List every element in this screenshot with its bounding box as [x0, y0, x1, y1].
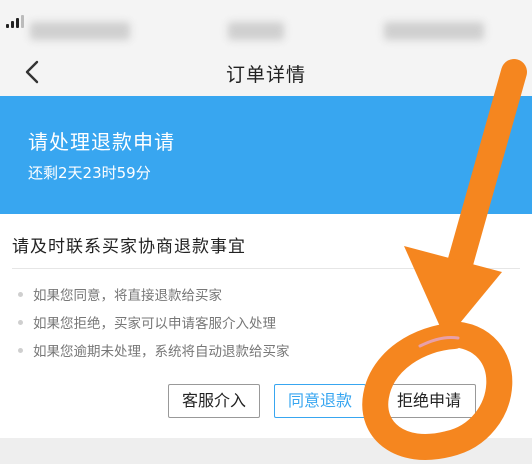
tip-text: 如果您拒绝，买家可以申请客服介入处理 — [33, 316, 276, 332]
countdown-timer: 还剩2天23时59分 — [28, 164, 151, 182]
customer-service-button[interactable]: 客服介入 — [168, 384, 260, 418]
status-bar — [0, 0, 532, 50]
refund-info-card: 请及时联系买家协商退款事宜 如果您同意，将直接退款给买家 如果您拒绝，买家可以申… — [0, 214, 532, 438]
tip-text: 如果您同意，将直接退款给买家 — [33, 288, 222, 304]
bottom-strip — [0, 438, 532, 464]
tip-item: 如果您逾期未处理，系统将自动退款给买家 — [18, 340, 290, 360]
order-detail-page: 订单详情 请处理退款申请 还剩2天23时59分 请及时联系买家协商退款事宜 如果… — [0, 0, 532, 464]
divider — [12, 268, 520, 269]
tip-item: 如果您同意，将直接退款给买家 — [18, 284, 222, 304]
bullet-dot-icon — [18, 347, 23, 353]
blurred-clock — [228, 22, 284, 40]
tip-item: 如果您拒绝，买家可以申请客服介入处理 — [18, 312, 276, 332]
bullet-dot-icon — [18, 319, 23, 325]
bullet-dot-icon — [18, 291, 23, 297]
page-title: 订单详情 — [225, 64, 306, 86]
card-heading: 请及时联系买家协商退款事宜 — [12, 237, 246, 257]
tip-text: 如果您逾期未处理，系统将自动退款给买家 — [33, 344, 290, 360]
blurred-status-icons — [384, 22, 484, 40]
blurred-carrier — [30, 22, 130, 40]
reject-request-button[interactable]: 拒绝申请 — [382, 384, 476, 418]
agree-refund-button[interactable]: 同意退款 — [274, 384, 366, 418]
banner-title: 请处理退款申请 — [28, 130, 175, 154]
refund-request-banner: 请处理退款申请 还剩2天23时59分 — [0, 96, 532, 214]
navigation-bar: 订单详情 — [0, 50, 532, 96]
